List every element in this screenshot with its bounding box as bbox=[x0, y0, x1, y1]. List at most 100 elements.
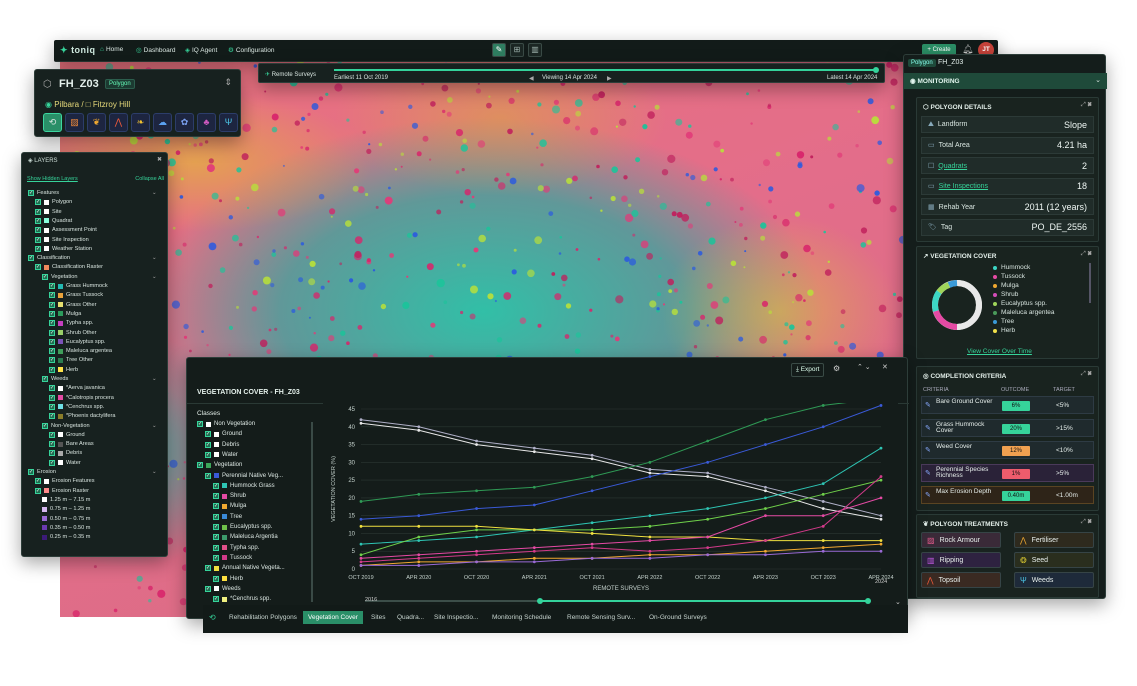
layer-item[interactable]: 0.50 m – 0.75 m bbox=[42, 515, 90, 523]
data-point[interactable] bbox=[532, 450, 536, 454]
split-view-button[interactable]: ▥ bbox=[528, 43, 542, 57]
data-point[interactable] bbox=[879, 542, 883, 546]
range-start-handle[interactable] bbox=[537, 598, 543, 604]
layer-item[interactable]: ✓ Herb bbox=[49, 366, 78, 374]
data-point[interactable] bbox=[590, 489, 594, 493]
tab-item[interactable]: Monitoring Schedule bbox=[492, 614, 551, 621]
grass-tool-icon[interactable]: Ψ bbox=[219, 113, 238, 132]
tree-tool-icon[interactable]: ♣ bbox=[197, 113, 216, 132]
treatment-item[interactable]: ▨ Rock Armour bbox=[921, 532, 1001, 548]
chevron-updown-icon[interactable]: ⇕ bbox=[224, 77, 232, 88]
data-point[interactable] bbox=[475, 560, 478, 564]
class-checkbox[interactable]: ✓ bbox=[205, 472, 211, 479]
layer-item[interactable]: ✓ *Cenchrus spp. bbox=[49, 403, 104, 411]
data-point[interactable] bbox=[590, 475, 594, 478]
layer-checkbox[interactable]: ✓ bbox=[35, 227, 41, 234]
data-point[interactable] bbox=[648, 514, 652, 518]
layer-checkbox[interactable]: ✓ bbox=[49, 413, 55, 420]
remote-surveys-toggle[interactable]: ✈ Remote Surveys bbox=[265, 71, 316, 78]
treatment-item[interactable]: Ψ Weeds bbox=[1014, 572, 1094, 588]
draw-tool-button[interactable]: ✎ bbox=[492, 43, 506, 57]
data-point[interactable] bbox=[590, 556, 594, 560]
data-point[interactable] bbox=[590, 453, 594, 457]
class-item[interactable]: ✓ Debris bbox=[205, 441, 239, 448]
export-button[interactable]: ⤓ Export bbox=[791, 363, 825, 377]
layer-checkbox[interactable]: ✓ bbox=[28, 469, 34, 475]
class-checkbox[interactable]: ✓ bbox=[213, 575, 219, 582]
data-point[interactable] bbox=[879, 478, 883, 482]
class-checkbox[interactable]: ✓ bbox=[213, 513, 219, 520]
layer-checkbox[interactable]: ✓ bbox=[49, 431, 55, 438]
data-point[interactable] bbox=[764, 514, 767, 518]
class-checkbox[interactable]: ✓ bbox=[205, 565, 211, 572]
data-point[interactable] bbox=[706, 471, 710, 475]
layer-item[interactable]: ✓ Grass Tussock bbox=[49, 291, 103, 299]
data-point[interactable] bbox=[879, 514, 883, 518]
chevron-down-icon[interactable]: ⌄ bbox=[152, 255, 157, 261]
data-point[interactable] bbox=[821, 539, 825, 542]
layer-item[interactable]: ✓ *Aerva javanica bbox=[49, 384, 105, 392]
data-point[interactable] bbox=[417, 428, 421, 432]
layer-checkbox[interactable]: ✓ bbox=[35, 217, 41, 224]
data-point[interactable] bbox=[417, 556, 421, 560]
chevron-down-icon[interactable]: ⌄ bbox=[1095, 76, 1101, 84]
prev-survey-icon[interactable]: ◀ bbox=[529, 75, 534, 82]
expand-icon[interactable]: ⤢ ✖ bbox=[1081, 251, 1092, 258]
detail-link[interactable]: Quadrats bbox=[938, 163, 967, 170]
data-point[interactable] bbox=[359, 556, 363, 560]
data-point[interactable] bbox=[764, 485, 767, 489]
data-point[interactable] bbox=[417, 564, 421, 567]
erosion-tool-icon[interactable]: ▨ bbox=[65, 113, 84, 132]
data-point[interactable] bbox=[706, 546, 710, 550]
layer-checkbox[interactable]: ✓ bbox=[49, 385, 55, 392]
data-point[interactable] bbox=[706, 553, 710, 557]
layer-checkbox[interactable]: ✓ bbox=[49, 329, 55, 336]
data-point[interactable] bbox=[475, 553, 478, 557]
detail-row[interactable]: ☐ Quadrats 2 bbox=[921, 157, 1094, 174]
layer-item[interactable]: ✓ Shrub Other bbox=[49, 329, 96, 337]
data-point[interactable] bbox=[590, 457, 594, 461]
layer-item[interactable]: 0.35 m – 0.50 m bbox=[42, 524, 90, 532]
data-point[interactable] bbox=[359, 524, 363, 528]
class-item[interactable]: ✓ Weeds bbox=[205, 585, 241, 592]
layer-item[interactable]: ✓ Features ⌄ bbox=[28, 189, 157, 197]
class-checkbox[interactable]: ✓ bbox=[213, 482, 219, 489]
layer-item[interactable]: 0.75 m – 1.25 m bbox=[42, 505, 90, 513]
data-point[interactable] bbox=[648, 460, 652, 464]
layer-item[interactable]: ✓ Typha spp. bbox=[49, 319, 93, 327]
layer-item[interactable]: ✓ Weeds ⌄ bbox=[42, 375, 157, 383]
layer-item[interactable]: ✓ Debris bbox=[49, 449, 82, 457]
data-point[interactable] bbox=[475, 535, 478, 539]
layer-item[interactable]: ✓ Polygon bbox=[35, 198, 72, 206]
data-point[interactable] bbox=[532, 546, 536, 550]
layer-item[interactable]: ✓ Grass Other bbox=[49, 301, 96, 309]
data-point[interactable] bbox=[417, 535, 421, 539]
detail-row[interactable]: ▭ Site Inspections 18 bbox=[921, 177, 1094, 195]
data-point[interactable] bbox=[821, 546, 825, 550]
data-point[interactable] bbox=[532, 549, 536, 553]
class-checkbox[interactable]: ✓ bbox=[213, 524, 219, 530]
data-point[interactable] bbox=[821, 549, 825, 553]
layer-checkbox[interactable]: ✓ bbox=[49, 450, 55, 457]
nav-iq-agent[interactable]: ◈ IQ Agent bbox=[185, 46, 217, 54]
data-point[interactable] bbox=[417, 425, 421, 429]
layer-item[interactable]: 0.25 m – 0.35 m bbox=[42, 533, 90, 541]
layer-checkbox[interactable]: ✓ bbox=[35, 264, 41, 271]
layer-item[interactable]: ✓ Erosion Raster bbox=[35, 487, 89, 495]
layer-checkbox[interactable]: ✓ bbox=[49, 301, 55, 308]
criteria-row[interactable]: ✎ Grass Hummock Cover 20% >15% bbox=[921, 418, 1094, 437]
collapse-all-link[interactable]: Collapse All bbox=[135, 176, 164, 182]
data-point[interactable] bbox=[359, 421, 363, 425]
nav-configuration[interactable]: ⚙ Configuration bbox=[228, 46, 275, 54]
class-checkbox[interactable]: ✓ bbox=[205, 431, 211, 438]
hazard-tool-icon[interactable]: ⋀ bbox=[109, 113, 128, 132]
chevron-down-icon[interactable]: ⌄ bbox=[152, 190, 157, 196]
class-item[interactable]: ✓ Eucalyptus spp. bbox=[213, 524, 272, 530]
layer-item[interactable]: ✓ Classification ⌄ bbox=[28, 254, 157, 262]
close-icon[interactable]: ✕ bbox=[882, 363, 888, 371]
class-item[interactable]: ✓ Vegetation bbox=[197, 462, 242, 469]
data-point[interactable] bbox=[532, 528, 536, 532]
settings-icon[interactable]: ⚙ bbox=[833, 364, 840, 373]
layer-item[interactable]: ✓ Tree Other bbox=[49, 356, 93, 364]
class-item[interactable]: ✓ Non Vegetation bbox=[197, 421, 255, 427]
